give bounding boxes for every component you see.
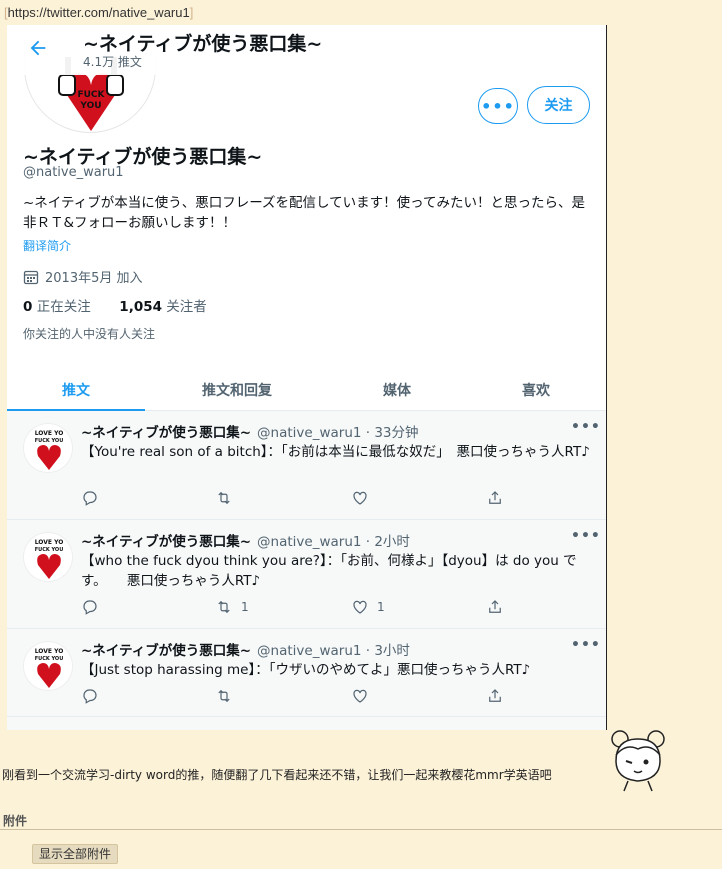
tweet-handle-time[interactable]: @native_waru1 · 3小时 <box>257 643 410 659</box>
post-caption: 刚看到一个交流学习-dirty word的推，随便翻了几下看起来还不错，让我们一… <box>2 768 552 782</box>
svg-text:FUCK YOU: FUCK YOU <box>35 547 64 553</box>
profile-tabs: 推文 推文和回复 媒体 喜欢 <box>7 368 606 412</box>
tweet-more-icon[interactable]: ••• <box>571 637 601 653</box>
join-date: 2013年5月 加入 <box>23 267 143 286</box>
tweet-text: 【Just stop harassing me】：「ウザいのやめてよ」悪口使っち… <box>81 662 531 678</box>
reply-icon <box>83 491 97 506</box>
retweet-button[interactable]: 1 <box>215 598 249 616</box>
share-icon <box>489 491 501 504</box>
svg-text:FUCK: FUCK <box>77 90 105 100</box>
like-count: 1 <box>377 600 385 614</box>
calendar-icon <box>23 270 39 284</box>
following-stat[interactable]: 0 正在关注 <box>23 299 91 315</box>
followers-stat[interactable]: 1,054 关注者 <box>119 299 207 315</box>
show-all-attachments-button[interactable]: 显示全部附件 <box>32 844 119 864</box>
svg-text:FUCK YOU: FUCK YOU <box>35 438 64 444</box>
follow-button[interactable]: 关注 <box>527 86 590 124</box>
share-button[interactable] <box>486 489 504 507</box>
heart-icon <box>353 491 367 505</box>
anime-girl-sticker-icon <box>611 730 665 792</box>
tweet-header: ~ネイティブが使う悪口集~ @native_waru1 · 3小时 <box>81 639 410 659</box>
reply-button[interactable] <box>81 598 99 616</box>
share-button[interactable] <box>486 687 504 705</box>
svg-text:LOVE YO: LOVE YO <box>35 539 64 546</box>
tweet-handle-time[interactable]: @native_waru1 · 33分钟 <box>257 425 418 441</box>
tab-media[interactable]: 媒体 <box>329 368 465 411</box>
more-options-button[interactable]: ••• <box>478 88 518 124</box>
tweet-item[interactable]: LOVE YO FUCK YOU ~ネイティブが使う悪口集~ @native_war… <box>7 520 606 629</box>
svg-text:LOVE YO: LOVE YO <box>35 648 64 655</box>
tab-likes[interactable]: 喜欢 <box>465 368 606 411</box>
svg-text:FUCK YOU: FUCK YOU <box>35 656 64 662</box>
mutual-followers-note: 你关注的人中没有人关注 <box>23 327 156 341</box>
tweet-author[interactable]: ~ネイティブが使う悪口集~ <box>81 643 251 659</box>
share-button[interactable] <box>486 598 504 616</box>
tweet-author[interactable]: ~ネイティブが使う悪口集~ <box>81 425 251 441</box>
tab-tweets[interactable]: 推文 <box>7 368 145 412</box>
twitter-screenshot: FUCK YOU ~ネイティブが使う悪口集~ 4.1万 推文 ••• 关注 ~ネ… <box>7 25 607 730</box>
like-button[interactable]: 1 <box>351 598 385 616</box>
source-url[interactable]: https://twitter.com/native_waru1 <box>8 5 190 20</box>
like-button[interactable] <box>351 489 377 507</box>
top-bar-name: ~ネイティブが使う悪口集~ <box>83 33 323 55</box>
tweet-actions: 1 1 <box>81 598 551 620</box>
tweet-header: ~ネイティブが使う悪口集~ @native_waru1 · 2小时 <box>81 530 410 550</box>
tweet-item[interactable]: LOVE YO FUCK YOU ~ネイティブが使う悪口集~ @native_war… <box>7 411 606 520</box>
share-icon <box>489 600 501 613</box>
retweet-icon <box>218 491 230 505</box>
reply-button[interactable] <box>81 489 99 507</box>
svg-text:YOU: YOU <box>79 101 101 111</box>
retweet-icon <box>218 689 230 703</box>
join-date-text: 2013年5月 加入 <box>45 271 143 286</box>
tweet-author[interactable]: ~ネイティブが使う悪口集~ <box>81 534 251 550</box>
tweet-avatar[interactable]: LOVE YO FUCK YOU <box>23 532 73 582</box>
retweet-count: 1 <box>241 600 249 614</box>
profile-top-bar: ~ネイティブが使う悪口集~ 4.1万 推文 <box>7 25 606 75</box>
heart-icon <box>353 600 367 614</box>
back-arrow-icon[interactable] <box>27 37 49 59</box>
follow-stats: 0 正在关注 1,054 关注者 <box>23 295 207 315</box>
retweet-button[interactable] <box>215 489 241 507</box>
source-url-line: [https://twitter.com/native_waru1] <box>4 5 194 20</box>
retweet-button[interactable] <box>215 687 241 705</box>
tweet-more-icon[interactable]: ••• <box>571 419 601 435</box>
tweet-text: 【who the fuck dyou think you are?】：「お前、何… <box>81 553 577 589</box>
svg-text:LOVE YO: LOVE YO <box>35 430 64 437</box>
tweet-item[interactable]: LOVE YO FUCK YOU ~ネイティブが使う悪口集~ @native_war… <box>7 629 606 717</box>
attachments-divider <box>0 829 722 830</box>
profile-bio: ~ネイティブが本当に使う、悪口フレーズを配信しています！使ってみたい！と思ったら… <box>23 195 585 231</box>
tweet-more-icon[interactable]: ••• <box>571 528 601 544</box>
tweet-actions <box>81 489 551 511</box>
tweet-avatar[interactable]: LOVE YO FUCK YOU <box>23 641 73 691</box>
tweet-header: ~ネイティブが使う悪口集~ @native_waru1 · 33分钟 <box>81 421 419 441</box>
tweet-text: 【You're real son of a bitch】：「お前は本当に最低な奴… <box>81 444 590 460</box>
heart-icon <box>353 689 367 703</box>
tweet-avatar[interactable]: LOVE YO FUCK YOU <box>23 423 73 473</box>
tweet-actions <box>81 687 551 709</box>
attachments-label: 附件 <box>3 814 28 828</box>
profile-handle: @native_waru1 <box>23 165 124 180</box>
reply-icon <box>83 600 97 615</box>
share-icon <box>489 689 501 702</box>
reply-button[interactable] <box>81 687 99 705</box>
tweet-handle-time[interactable]: @native_waru1 · 2小时 <box>257 534 410 550</box>
translate-bio-link[interactable]: 翻译简介 <box>23 237 71 254</box>
tab-tweets-and-replies[interactable]: 推文和回复 <box>145 368 329 411</box>
timeline-continuation <box>7 717 606 730</box>
top-bar-tweet-count: 4.1万 推文 <box>83 55 142 69</box>
retweet-icon <box>218 600 230 614</box>
like-button[interactable] <box>351 687 377 705</box>
reply-icon <box>83 689 97 704</box>
